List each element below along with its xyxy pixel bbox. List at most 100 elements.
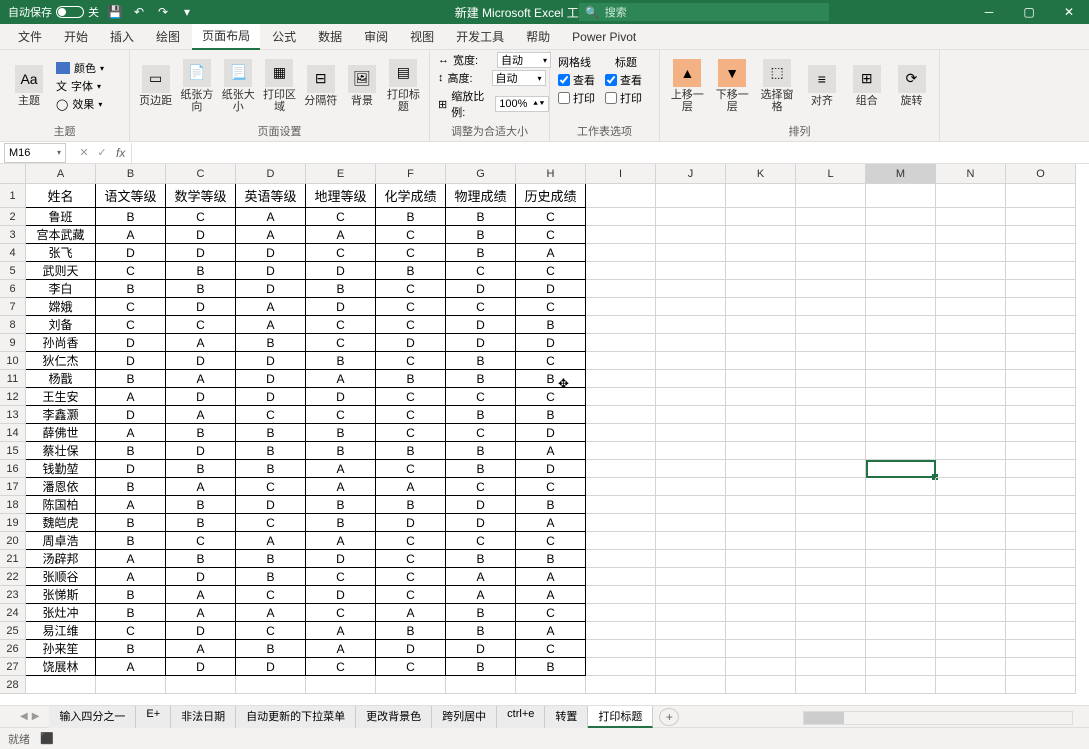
breaks-button[interactable]: ⊟分隔符 <box>303 54 338 118</box>
cell[interactable] <box>796 676 866 694</box>
cell[interactable] <box>866 568 936 586</box>
cell[interactable]: 宫本武藏 <box>26 226 96 244</box>
cell[interactable] <box>866 184 936 208</box>
cell[interactable]: D <box>376 640 446 658</box>
cell[interactable]: D <box>516 334 586 352</box>
cell[interactable] <box>586 244 656 262</box>
gridlines-view-checkbox[interactable]: 查看 <box>558 72 595 88</box>
cell[interactable] <box>1006 280 1076 298</box>
cell[interactable]: A <box>166 640 236 658</box>
menu-item-2[interactable]: 插入 <box>100 24 144 49</box>
cell[interactable] <box>866 676 936 694</box>
cell[interactable] <box>796 586 866 604</box>
row-header[interactable]: 1 <box>0 184 26 208</box>
cell[interactable]: D <box>446 280 516 298</box>
cell[interactable] <box>656 424 726 442</box>
colors-button[interactable]: 颜色▾ <box>56 60 104 76</box>
cell[interactable] <box>656 622 726 640</box>
new-sheet-button[interactable]: + <box>659 708 679 726</box>
cell[interactable] <box>586 586 656 604</box>
cell[interactable] <box>586 640 656 658</box>
cell[interactable]: A <box>166 478 236 496</box>
cell[interactable]: C <box>96 316 166 334</box>
cell[interactable] <box>726 352 796 370</box>
column-headers[interactable]: ABCDEFGHIJKLMNO <box>26 164 1076 184</box>
cell[interactable]: 地理等级 <box>306 184 376 208</box>
cell[interactable]: C <box>306 406 376 424</box>
cell[interactable] <box>866 370 936 388</box>
cell[interactable]: B <box>306 352 376 370</box>
cell[interactable]: 张悌斯 <box>26 586 96 604</box>
cell[interactable]: C <box>376 568 446 586</box>
cell[interactable]: C <box>516 352 586 370</box>
cell[interactable]: D <box>236 262 306 280</box>
cell[interactable]: D <box>446 640 516 658</box>
cell[interactable]: 狄仁杰 <box>26 352 96 370</box>
headings-view-checkbox[interactable]: 查看 <box>605 72 642 88</box>
cell[interactable]: C <box>376 244 446 262</box>
cell[interactable] <box>586 532 656 550</box>
cell[interactable]: A <box>516 586 586 604</box>
row-header[interactable]: 3 <box>0 226 26 244</box>
cell[interactable] <box>726 604 796 622</box>
row-header[interactable]: 20 <box>0 532 26 550</box>
cell[interactable]: A <box>96 226 166 244</box>
cell[interactable] <box>656 316 726 334</box>
search-box[interactable]: 🔍 搜索 <box>579 3 829 21</box>
cell[interactable] <box>936 604 1006 622</box>
column-header[interactable]: O <box>1006 164 1076 184</box>
cell[interactable]: D <box>236 496 306 514</box>
cell[interactable] <box>586 316 656 334</box>
cell[interactable]: A <box>306 478 376 496</box>
spreadsheet-grid[interactable]: ABCDEFGHIJKLMNO 123456789101112131415161… <box>0 164 1089 705</box>
cell[interactable]: C <box>236 586 306 604</box>
cell[interactable] <box>516 676 586 694</box>
cell[interactable] <box>586 424 656 442</box>
send-backward-button[interactable]: ▼下移一层 <box>713 54 752 118</box>
cell[interactable]: A <box>516 622 586 640</box>
fx-label[interactable]: fx <box>116 146 131 160</box>
cell[interactable]: 易江维 <box>26 622 96 640</box>
cell[interactable]: 张飞 <box>26 244 96 262</box>
sheet-tab[interactable]: E+ <box>136 706 171 728</box>
sheet-tab[interactable]: ctrl+e <box>497 706 545 728</box>
cell[interactable] <box>656 586 726 604</box>
cell[interactable]: C <box>516 226 586 244</box>
cell[interactable] <box>446 676 516 694</box>
cell[interactable]: B <box>306 424 376 442</box>
cell[interactable]: B <box>446 604 516 622</box>
cell[interactable]: B <box>516 406 586 424</box>
cell[interactable]: C <box>376 460 446 478</box>
cell[interactable]: 汤辟邦 <box>26 550 96 568</box>
cell[interactable] <box>1006 406 1076 424</box>
cell[interactable] <box>866 424 936 442</box>
column-header[interactable]: H <box>516 164 586 184</box>
row-header[interactable]: 19 <box>0 514 26 532</box>
cell[interactable] <box>726 262 796 280</box>
row-header[interactable]: 9 <box>0 334 26 352</box>
cell[interactable] <box>1006 514 1076 532</box>
cell[interactable]: D <box>166 442 236 460</box>
formula-input[interactable] <box>131 143 1089 163</box>
row-headers[interactable]: 1234567891011121314151617181920212223242… <box>0 184 26 694</box>
row-header[interactable]: 28 <box>0 676 26 694</box>
cell[interactable]: C <box>516 262 586 280</box>
cell[interactable] <box>936 316 1006 334</box>
cell[interactable] <box>1006 532 1076 550</box>
column-header[interactable]: N <box>936 164 1006 184</box>
cell[interactable] <box>656 184 726 208</box>
cell[interactable] <box>586 370 656 388</box>
cell[interactable]: B <box>236 424 306 442</box>
sheet-tab[interactable]: 跨列居中 <box>432 706 497 728</box>
cell[interactable] <box>586 280 656 298</box>
cell[interactable] <box>1006 244 1076 262</box>
cell[interactable] <box>796 514 866 532</box>
cell[interactable] <box>936 586 1006 604</box>
cell[interactable]: A <box>376 478 446 496</box>
menu-item-9[interactable]: 开发工具 <box>446 24 514 49</box>
cell[interactable]: D <box>96 460 166 478</box>
cell[interactable] <box>796 658 866 676</box>
cell[interactable] <box>586 460 656 478</box>
scale-percent[interactable]: ⊞缩放比例:100%⯅⯆ <box>438 88 551 120</box>
margins-button[interactable]: ▭页边距 <box>138 54 173 118</box>
